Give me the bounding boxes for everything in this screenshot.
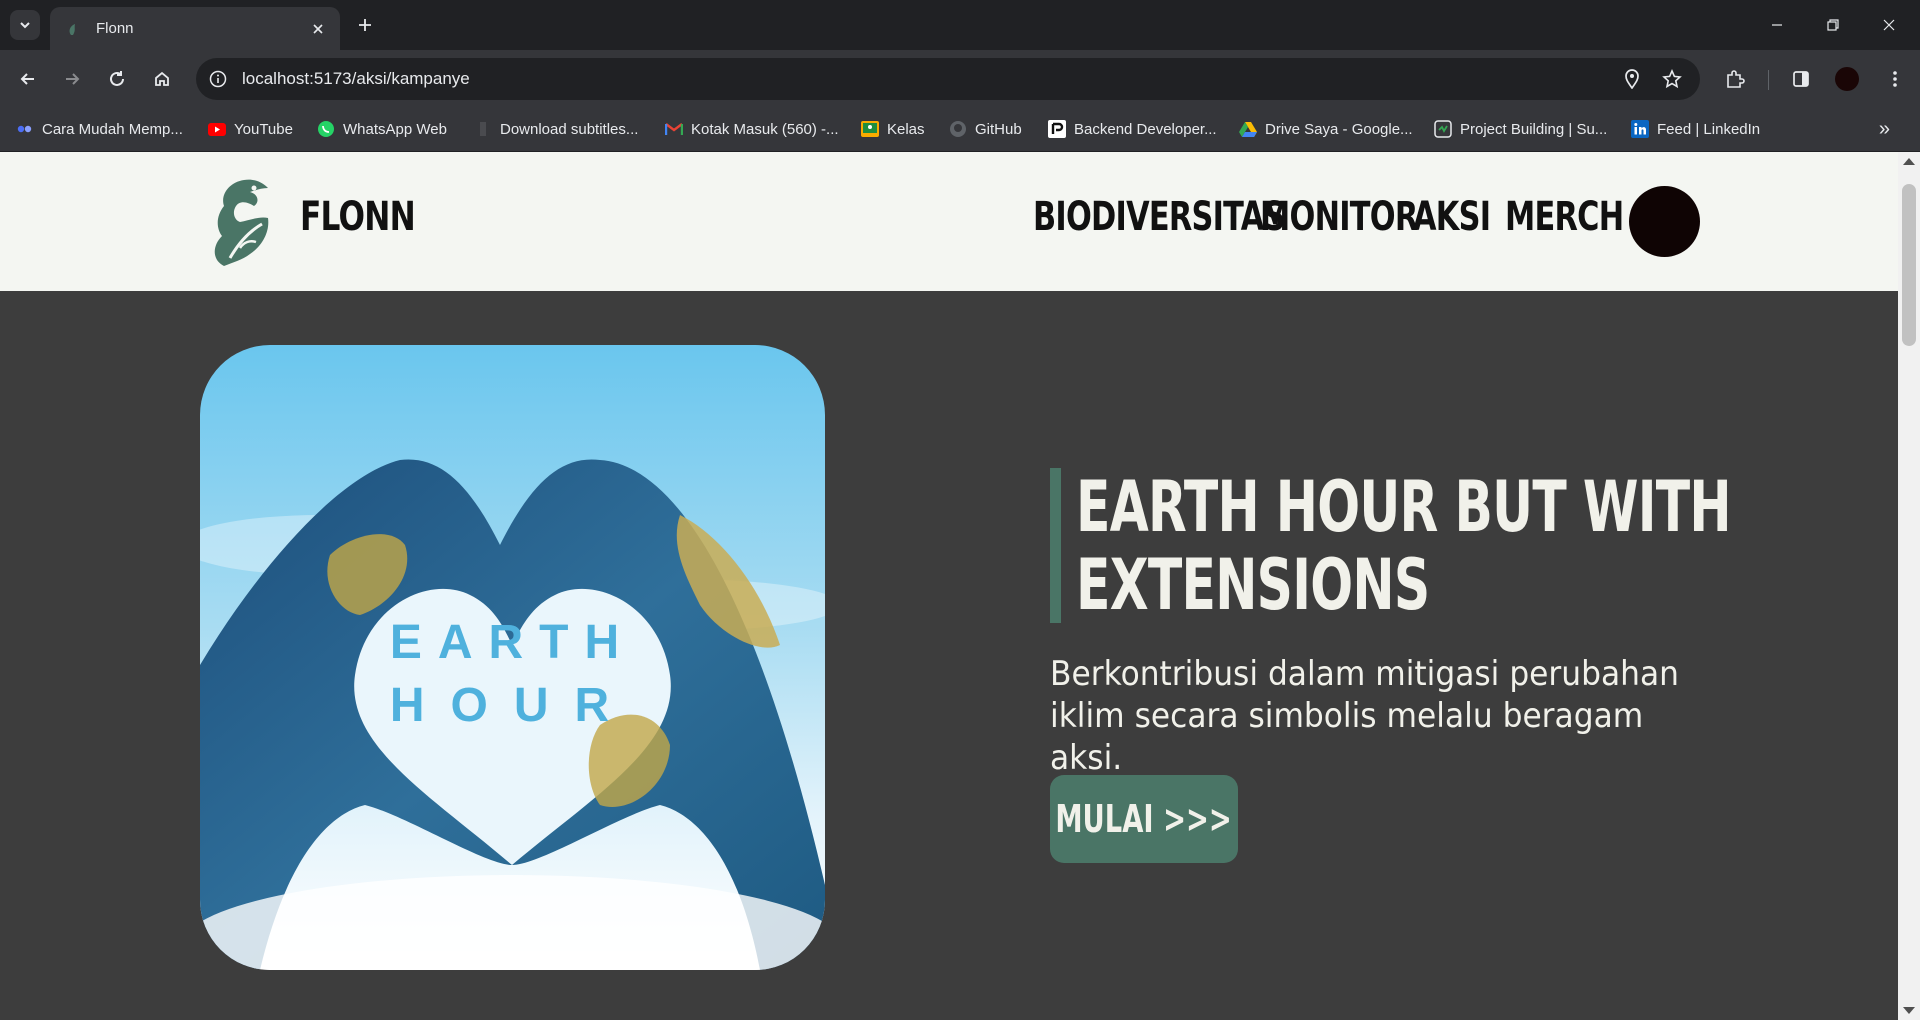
bookmarks-bar: Cara Mudah Memp... YouTube WhatsApp Web … — [0, 108, 1920, 152]
profile-avatar — [1835, 67, 1859, 91]
github-icon — [949, 120, 967, 138]
project-icon — [1434, 120, 1452, 138]
bookmark-label: Download subtitles... — [500, 120, 639, 138]
nav-merch[interactable]: MERCH — [1505, 194, 1624, 240]
toolbar-divider — [1768, 70, 1769, 90]
home-icon — [155, 71, 169, 86]
bookmark-item[interactable]: Kelas — [861, 117, 925, 141]
forward-button[interactable] — [57, 64, 87, 94]
close-icon — [1883, 19, 1895, 31]
nav-aksi[interactable]: AKSI — [1413, 194, 1491, 240]
title-accent-bar — [1050, 468, 1061, 623]
bookmark-label: Project Building | Su... — [1460, 120, 1608, 138]
browser-tab[interactable]: Flonn — [50, 7, 340, 50]
new-tab-button[interactable] — [352, 12, 378, 38]
campaign-description: Berkontribusi dalam mitigasi perubahan i… — [1050, 653, 1694, 779]
tab-close-icon[interactable] — [306, 17, 330, 41]
bookmark-icon — [474, 120, 492, 138]
chrome-menu-button[interactable] — [1880, 64, 1910, 94]
flonn-favicon-icon — [66, 21, 82, 37]
reload-button[interactable] — [102, 64, 132, 94]
bookmark-label: GitHub — [975, 120, 1022, 138]
bookmark-label: Drive Saya - Google... — [1265, 120, 1413, 138]
hour-text: HOUR — [389, 679, 636, 732]
bookmark-item[interactable]: Drive Saya - Google... — [1239, 117, 1413, 141]
bookmark-star-icon[interactable] — [1660, 67, 1684, 91]
gmail-icon — [665, 120, 683, 138]
campaign-title: EARTH HOUR BUT WITH EXTENSIONS — [1076, 466, 1732, 626]
earth-text: EARTH — [389, 616, 636, 669]
plus-icon — [359, 19, 371, 31]
url-text[interactable]: localhost:5173/aksi/kampanye — [242, 69, 470, 89]
flonn-logo-icon[interactable] — [210, 176, 276, 268]
arrow-left-icon — [20, 73, 34, 85]
start-button[interactable]: MULAI >>> — [1050, 775, 1238, 863]
scroll-down-icon[interactable] — [1903, 1007, 1915, 1014]
nav-biodiversitas[interactable]: BIODIVERSITAS — [1033, 194, 1285, 240]
arrow-right-icon — [66, 73, 80, 85]
side-panel-icon — [1793, 71, 1809, 87]
brand-name[interactable]: FLONN — [300, 194, 416, 240]
bookmark-label: Backend Developer... — [1074, 120, 1217, 138]
bookmark-item[interactable]: GitHub — [949, 117, 1022, 141]
bookmark-item[interactable]: Cara Mudah Memp... — [16, 117, 183, 141]
site-header: FLONN BIODIVERSITAS MONITOR AKSI MERCH — [0, 152, 1898, 291]
side-panel-button[interactable] — [1786, 64, 1816, 94]
bookmark-label: Cara Mudah Memp... — [42, 120, 183, 138]
address-bar[interactable]: localhost:5173/aksi/kampanye — [196, 58, 1700, 100]
browser-tabstrip: Flonn — [0, 0, 1920, 50]
bookmark-item[interactable]: Backend Developer... — [1048, 117, 1217, 141]
linkedin-icon — [1631, 120, 1649, 138]
dicoding-icon — [1048, 120, 1066, 138]
campaign-title-line1: EARTH HOUR BUT WITH — [1076, 466, 1732, 548]
chevron-down-icon — [20, 22, 30, 29]
user-avatar[interactable] — [1629, 186, 1700, 257]
back-button[interactable] — [13, 64, 43, 94]
bookmark-label: Kelas — [887, 120, 925, 138]
whatsapp-icon — [317, 120, 335, 138]
bookmark-item[interactable]: WhatsApp Web — [317, 117, 447, 141]
kebab-menu-icon — [1893, 71, 1897, 87]
campaign-description-line2: iklim secara simbolis melalu beragam aks… — [1050, 696, 1644, 778]
bookmark-label: WhatsApp Web — [343, 120, 447, 138]
nav-monitor[interactable]: MONITOR — [1260, 194, 1418, 240]
youtube-icon — [208, 120, 226, 138]
campaign-description-line1: Berkontribusi dalam mitigasi perubahan — [1050, 654, 1679, 694]
extensions-button[interactable] — [1720, 64, 1750, 94]
bookmark-label: Feed | LinkedIn — [1657, 120, 1761, 138]
restore-button[interactable] — [1810, 8, 1856, 42]
bookmark-item[interactable]: YouTube — [208, 117, 293, 141]
restore-icon — [1827, 19, 1839, 31]
reload-icon — [110, 71, 124, 86]
scroll-up-icon[interactable] — [1903, 158, 1915, 165]
location-pin-icon[interactable] — [1620, 67, 1644, 91]
minimize-button[interactable] — [1754, 8, 1800, 42]
home-button[interactable] — [147, 64, 177, 94]
puzzle-icon — [1727, 70, 1745, 88]
scrollbar-thumb[interactable] — [1902, 184, 1916, 346]
classroom-icon — [861, 120, 879, 138]
bookmark-label: Kotak Masuk (560) -... — [691, 120, 839, 138]
tab-search-button[interactable] — [10, 10, 40, 40]
bookmark-item[interactable]: Download subtitles... — [474, 117, 638, 141]
start-button-label: MULAI >>> — [1055, 797, 1233, 841]
campaign-title-line2: EXTENSIONS — [1076, 544, 1430, 626]
minimize-icon — [1772, 24, 1782, 26]
bookmark-item[interactable]: Project Building | Su... — [1434, 117, 1607, 141]
browser-toolbar: localhost:5173/aksi/kampanye — [0, 50, 1920, 108]
link-icon — [16, 120, 34, 138]
site-info-icon[interactable] — [206, 67, 230, 91]
bookmark-label: YouTube — [234, 120, 293, 138]
tab-title: Flonn — [96, 20, 134, 37]
bookmark-item[interactable]: Kotak Masuk (560) -... — [665, 117, 839, 141]
more-bookmarks-icon[interactable]: » — [1879, 118, 1890, 141]
earth-hour-image: EARTH HOUR — [200, 345, 825, 970]
bookmark-item[interactable]: Feed | LinkedIn — [1631, 117, 1760, 141]
close-window-button[interactable] — [1866, 8, 1912, 42]
page-scrollbar[interactable] — [1898, 152, 1920, 1020]
drive-icon — [1239, 120, 1257, 138]
page-viewport: FLONN BIODIVERSITAS MONITOR AKSI MERCH E… — [0, 152, 1898, 1020]
profile-button[interactable] — [1832, 64, 1862, 94]
